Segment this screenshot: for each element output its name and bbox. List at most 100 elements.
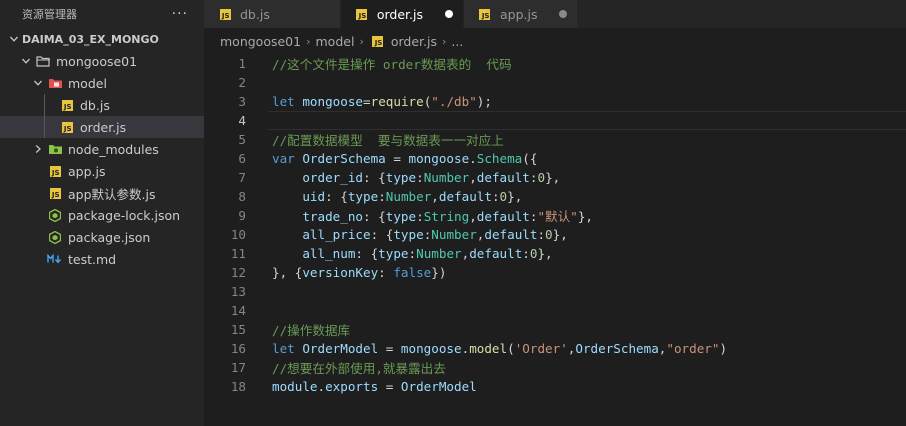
tree-item-package-lock-json[interactable]: package-lock.json	[0, 204, 204, 226]
code-token: },	[577, 209, 593, 224]
code-token: : {	[355, 246, 379, 261]
code-token: Number	[416, 246, 462, 261]
code-line[interactable]: 11 all_num: {type:Number,default:0},	[204, 244, 906, 263]
code-line[interactable]: 1 //这个文件是操作 order数据表的 代码	[204, 54, 906, 73]
code-line[interactable]: 12}, {versionKey: false})	[204, 263, 906, 282]
code-line[interactable]: 14	[204, 301, 906, 320]
tree-item-package-json[interactable]: package.json	[0, 226, 204, 248]
tab-app-js[interactable]: JS app.js	[463, 0, 579, 28]
tree-item-mongoose01[interactable]: mongoose01	[0, 50, 204, 72]
line-number: 17	[230, 360, 246, 375]
code-token: :	[416, 209, 424, 224]
breadcrumb-separator-icon: ›	[306, 34, 311, 48]
code-editor[interactable]: 1//这个文件是操作 order数据表的 代码 2 3 let mongoose=re…	[204, 54, 906, 426]
code-line[interactable]: 6 var OrderSchema = mongoose.Schema({	[204, 149, 906, 168]
tree-item-daima-03-ex-mongo[interactable]: DAIMA_03_EX_MONGO	[0, 28, 204, 50]
line-number: 2	[238, 75, 246, 90]
code-token: uid	[302, 189, 326, 204]
code-token: :	[408, 246, 417, 261]
js-file-icon: JS	[216, 8, 234, 20]
chevron-down-icon[interactable]	[30, 78, 46, 88]
tree-item-db-js[interactable]: JS db.js	[0, 94, 204, 116]
explorer-sidebar: 资源管理器 ··· DAIMA_03_EX_MONGO mongoose01 mod…	[0, 0, 204, 426]
code-text[interactable]: var OrderSchema = mongoose.Schema({	[272, 151, 537, 166]
explorer-header: 资源管理器 ···	[0, 0, 204, 28]
code-text[interactable]: //配置数据模型 要与数据表一一对应上	[272, 130, 504, 149]
markdown-icon	[46, 254, 64, 264]
code-text[interactable]: }, {versionKey: false})	[272, 265, 446, 280]
code-text[interactable]: //操作数据库	[272, 320, 350, 339]
code-text[interactable]: let mongoose=require("./db");	[272, 94, 492, 109]
tree-item-test-md[interactable]: test.md	[0, 248, 204, 270]
code-line[interactable]: 13	[204, 282, 906, 301]
tab-db-js[interactable]: JS db.js	[204, 0, 341, 28]
model-folder-icon	[46, 77, 64, 89]
code-token: mongoose	[400, 341, 462, 356]
code-token: //配置数据模型 要与数据表一一对应上	[272, 133, 504, 148]
code-line[interactable]: 3 let mongoose=require("./db");	[204, 92, 906, 111]
code-token: type	[378, 246, 409, 261]
breadcrumb-item[interactable]: mongoose01	[220, 34, 301, 49]
code-line[interactable]: 10 all_price: {type:Number,default:0},	[204, 225, 906, 244]
code-token: exports	[325, 379, 379, 394]
code-token: : {	[325, 189, 348, 204]
tree-item-label: DAIMA_03_EX_MONGO	[22, 32, 159, 46]
tree-item-order-js[interactable]: JS order.js	[0, 116, 204, 138]
code-line[interactable]: 16 let OrderModel = mongoose.model('Order…	[204, 339, 906, 358]
code-line[interactable]: 7 order_id: {type:Number,default:0},	[204, 168, 906, 187]
code-token: 'Order'	[514, 341, 568, 356]
tree-item-app-js[interactable]: JS app.js	[0, 160, 204, 182]
code-text[interactable]: all_price: {type:Number,default:0},	[272, 227, 567, 242]
npm-json-icon	[46, 208, 64, 222]
js-file-icon: JS	[58, 99, 76, 111]
code-text[interactable]: module.exports = OrderModel	[272, 379, 477, 394]
tree-item-node-modules[interactable]: node_modules	[0, 138, 204, 160]
code-line[interactable]: 18 module.exports = OrderModel	[204, 377, 906, 396]
code-text[interactable]: let OrderModel = mongoose.model('Order',…	[272, 341, 727, 356]
code-token: Number	[423, 170, 470, 185]
code-token: type	[347, 189, 379, 204]
chevron-down-icon[interactable]	[6, 34, 22, 44]
unsaved-dot-icon[interactable]	[559, 10, 568, 18]
code-line[interactable]: 5 //配置数据模型 要与数据表一一对应上	[204, 130, 906, 149]
tree-item-model[interactable]: model	[0, 72, 204, 94]
tree-item-label: app默认参数.js	[68, 186, 156, 202]
code-line[interactable]: 4	[204, 111, 906, 130]
code-line[interactable]: 2	[204, 73, 906, 92]
code-line[interactable]: 8 uid: {type:Number,default:0},	[204, 187, 906, 206]
code-text[interactable]: order_id: {type:Number,default:0},	[272, 170, 560, 185]
code-token: default	[484, 227, 538, 242]
chevron-down-icon[interactable]	[18, 56, 34, 66]
breadcrumb-item[interactable]: ...	[451, 34, 463, 49]
code-token: String	[423, 209, 470, 224]
js-file-icon: JS	[369, 35, 387, 47]
tree-item-app-js[interactable]: JS app默认参数.js	[0, 182, 204, 204]
code-token: :	[378, 189, 386, 204]
code-line[interactable]: 9 trade_no: {type:String,default:"默认"},	[204, 206, 906, 225]
code-text[interactable]: all_num: {type:Number,default:0},	[272, 246, 552, 261]
code-token: //想要在外部使用,就暴露出去	[272, 361, 446, 376]
line-number: 6	[238, 151, 246, 166]
breadcrumb-item[interactable]: order.js	[391, 34, 437, 49]
code-text[interactable]: uid: {type:Number,default:0},	[272, 189, 522, 204]
code-text[interactable]: //这个文件是操作 order数据表的 代码	[272, 54, 512, 73]
code-text[interactable]: //想要在外部使用,就暴露出去	[272, 358, 446, 377]
more-actions-icon[interactable]: ···	[172, 6, 188, 22]
code-text[interactable]: trade_no: {type:String,default:"默认"},	[272, 206, 593, 225]
code-token: }, {	[272, 265, 303, 280]
code-line[interactable]: 17 //想要在外部使用,就暴露出去	[204, 358, 906, 377]
code-token: "默认"	[537, 209, 578, 224]
code-line[interactable]: 15 //操作数据库	[204, 320, 906, 339]
code-token: :	[491, 189, 500, 204]
code-token: : {	[363, 209, 386, 224]
code-token: )	[719, 341, 728, 356]
js-file-icon: JS	[476, 8, 494, 20]
breadcrumb-item[interactable]: model	[316, 34, 355, 49]
unsaved-dot-icon[interactable]	[444, 10, 453, 18]
code-token: "./db"	[431, 94, 477, 109]
tab-order-js[interactable]: JS order.js	[340, 0, 464, 28]
code-token: OrderModel	[302, 341, 379, 356]
chevron-right-icon[interactable]	[30, 144, 46, 154]
